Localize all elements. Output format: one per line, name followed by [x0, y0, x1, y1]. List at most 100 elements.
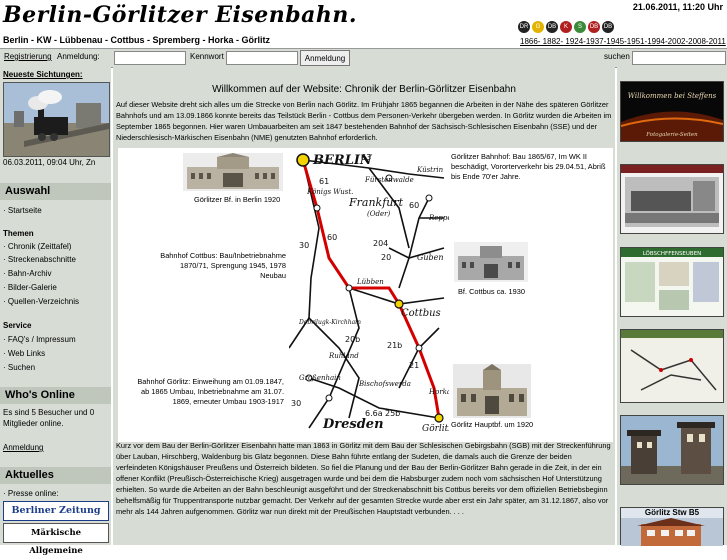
stellwerk-title: Görlitz Stw B5 [621, 508, 723, 518]
search-input[interactable] [632, 51, 726, 65]
intro-text: Auf dieser Website dreht sich alles um d… [116, 100, 612, 142]
years-links[interactable]: 1866- 1882- 1924-1937-1945-1951-1994-200… [520, 37, 726, 46]
map-label-cottbus: Cottbus [401, 308, 441, 319]
route-figure: Görlitzer Bf. in Berlin 1920 Görlitzer B… [118, 148, 613, 442]
map-num-63: 63 [361, 153, 371, 162]
auswahl-heading: Auswahl [0, 183, 111, 200]
aktuelles-heading: Aktuelles [0, 467, 111, 484]
cottbus-photo[interactable] [454, 242, 528, 282]
railway-logos: DR G DB K S DB DB [518, 21, 614, 33]
nav-streckenabschnitte[interactable]: · Streckenabschnitte [3, 255, 76, 264]
login-label: Anmeldung: [57, 52, 100, 61]
db-red-logo-icon[interactable]: DB [588, 21, 600, 33]
nav-bilder-galerie[interactable]: · Bilder-Galerie [3, 283, 57, 292]
caption-goerlitz-photo: Görlitz Hauptbf. um 1920 [451, 420, 534, 429]
nav-chronik[interactable]: · Chronik (Zeittafel) [3, 242, 71, 251]
welcome-heading: Willkommen auf der Website: Chronik der … [212, 84, 516, 95]
map-label-koenigs-wust: Königs Wust. [306, 188, 353, 196]
map-num-61: 61 [319, 177, 329, 186]
map-label-fuerstenwalde: Fürstenwalde [364, 176, 414, 184]
map-num-204: 204 [373, 239, 388, 248]
loebschuetz-thumb[interactable]: LÖBSCHFFENSEUBEN [620, 247, 724, 317]
db-logo-icon[interactable]: DB [546, 21, 558, 33]
service-heading: Service [3, 321, 32, 330]
map-label-guben: Guben [417, 253, 444, 262]
s-logo-icon[interactable]: S [574, 21, 586, 33]
tower-thumb[interactable] [620, 415, 724, 485]
nav-bahn-archiv[interactable]: · Bahn-Archiv [3, 269, 51, 278]
map-label-kuestrin: Küstrin [416, 166, 444, 174]
steffens-title: Willkommen bei Steffens [628, 92, 717, 100]
map-label-reppen: Reppen [428, 214, 449, 222]
map-label-goerlitz: Görlitz [422, 424, 449, 434]
dr-logo-icon[interactable]: DR [518, 21, 530, 33]
route-line: Berlin - KW - Lübbenau - Cottbus - Sprem… [3, 35, 270, 45]
route-map[interactable]: BERLIN Frankfurt (Oder) Cottbus Guben Dr… [288, 148, 457, 442]
sighting-photo[interactable] [3, 82, 110, 157]
map-label-horka: Horka [428, 388, 449, 396]
site-header: Berlin-Görlitzer Eisenbahn. 21.06.2011, … [0, 0, 727, 46]
main-content: Willkommen auf der Website: Chronik der … [113, 67, 615, 545]
wheel-logo-icon[interactable]: G [532, 21, 544, 33]
map-num-21b: 21b [387, 341, 402, 350]
maerkische-allgemeine-link[interactable]: Märkische Allgemeine [3, 523, 109, 556]
sightings-link[interactable]: Neueste Sichtungen: [3, 70, 83, 79]
caption-goerlitz-left: Bahnhof Görlitz: Einweihung am 01.09.184… [137, 377, 284, 406]
map-label-oder: (Oder) [367, 210, 390, 218]
map-label-bischofswerda: Bischofswerda [358, 380, 411, 388]
berliner-zeitung-link[interactable]: Berliner Zeitung [3, 501, 109, 521]
map-num-66a: 6.6a [365, 409, 383, 418]
login-bar: Registrierung Anmeldung: Kennwort Anmeld… [0, 48, 727, 68]
map-thumb[interactable] [620, 329, 724, 403]
caption-goerlitzer-bf-right: Görlitzer Bahnhof: Bau 1865/67, Im WK II… [451, 152, 606, 181]
db-black-logo-icon[interactable]: DB [602, 21, 614, 33]
register-link[interactable]: Registrierung [4, 52, 52, 61]
map-num-30: 30 [299, 241, 309, 250]
online-heading: Who's Online [0, 387, 111, 404]
steffens-subtitle: Fotogalerie-Seiten [645, 132, 698, 138]
nav-quellen[interactable]: · Quellen-Verzeichnis [3, 297, 79, 306]
map-label-ruhland: Ruhland [328, 352, 359, 360]
caption-cottbus-left: Bahnhof Cottbus: Bau/Inbetriebnahme 1870… [160, 251, 286, 280]
caption-cottbus-photo: Bf. Cottbus ca. 1930 [458, 287, 525, 296]
history-text: Kurz vor dem Bau der Berlin-Görlitzer Ei… [116, 441, 611, 516]
nav-startseite[interactable]: · Startseite [3, 206, 42, 215]
presse-label: · Presse online: [3, 489, 59, 498]
archive-thumb[interactable] [620, 164, 724, 234]
map-num-60b: 60 [409, 201, 419, 210]
map-num-25b: 25b [385, 409, 400, 418]
map-label-grossenhain: Großenhain [299, 374, 341, 382]
password-label: Kennwort [190, 52, 224, 61]
password-input[interactable] [226, 51, 298, 65]
left-sidebar: Neueste Sichtungen: 06.03.2011, 09:04 Uh… [0, 67, 111, 556]
nav-faq[interactable]: · FAQ's / Impressum [3, 335, 76, 344]
online-login-link[interactable]: Anmeldung [3, 443, 43, 452]
map-label-dresden: Dresden [322, 417, 384, 432]
steffens-banner[interactable]: Willkommen bei Steffens Fotogalerie-Seit… [620, 81, 724, 142]
date-time: 21.06.2011, 11:20 Uhr [632, 2, 723, 12]
goerlitz-photo[interactable] [453, 364, 531, 418]
map-num-20b: 20b [345, 335, 360, 344]
nav-web-links[interactable]: · Web Links [3, 349, 45, 358]
map-label-luebben: Lübben [356, 278, 384, 286]
map-num-30b: 30 [291, 399, 301, 408]
nav-suchen[interactable]: · Suchen [3, 363, 35, 372]
stellwerk-thumb[interactable]: Görlitz Stw B5 [620, 507, 724, 546]
right-sidebar: Willkommen bei Steffens Fotogalerie-Seit… [617, 67, 727, 546]
map-num-20: 20 [381, 253, 391, 262]
caption-goerlitzer-bf: Görlitzer Bf. in Berlin 1920 [194, 195, 281, 204]
map-label-dobrilugk: Dobrilugk-Kirchhain [298, 319, 361, 326]
k-logo-icon[interactable]: K [560, 21, 572, 33]
site-title[interactable]: Berlin-Görlitzer Eisenbahn. [3, 2, 357, 28]
search-label: suchen [604, 52, 630, 61]
login-button[interactable]: Anmeldung [300, 50, 350, 66]
map-label-frankfurt: Frankfurt [348, 196, 404, 209]
map-num-21: 21 [409, 361, 419, 370]
loebschuetz-title: LÖBSCHFFENSEUBEN [643, 250, 702, 257]
themen-heading: Themen [3, 229, 34, 238]
map-num-60: 60 [327, 233, 337, 242]
sighting-caption: 06.03.2011, 09:04 Uhr, Zn [3, 158, 96, 167]
online-text: Es sind 5 Besucher und 0 Mitglieder onli… [3, 408, 95, 428]
username-input[interactable] [114, 51, 186, 65]
goerlitzer-bf-photo[interactable] [183, 153, 283, 191]
